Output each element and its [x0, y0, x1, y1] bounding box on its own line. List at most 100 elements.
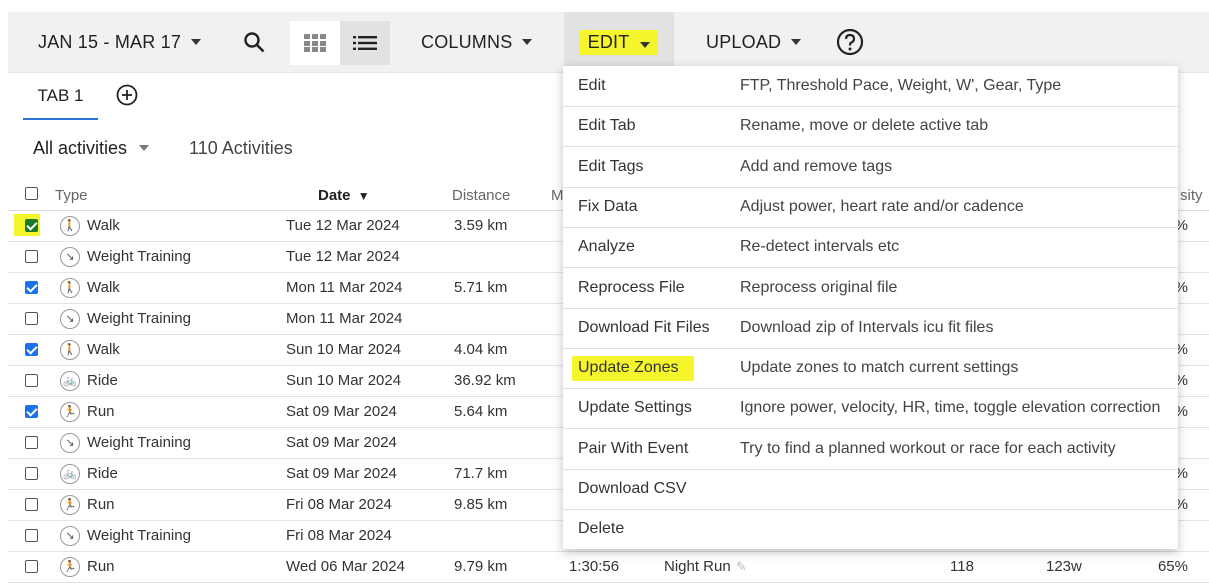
date-cell[interactable]: Fri 08 Mar 2024	[286, 520, 408, 551]
menu-item-description: Add and remove tags	[740, 157, 893, 175]
distance-cell: 3.59 km	[454, 217, 508, 234]
distance-cell: 9.79 km	[454, 558, 508, 575]
menu-item-description: Rename, move or delete active tab	[740, 117, 989, 135]
date-cell[interactable]: Sat 09 Mar 2024	[286, 458, 408, 489]
ride-icon: 🚲	[60, 370, 80, 391]
row-checkbox[interactable]	[25, 498, 38, 511]
menu-item-label: Edit	[578, 77, 606, 94]
menu-item-label: Fix Data	[578, 197, 638, 215]
row-checkbox[interactable]	[25, 312, 38, 325]
type-cell: ↘ Weight Training	[60, 427, 191, 458]
upload-label: UPLOAD	[706, 31, 782, 52]
run-icon: 🏃	[60, 401, 80, 422]
menu-item-delete[interactable]: Delete	[563, 509, 1178, 549]
type-label: Weight Training	[87, 310, 191, 327]
walk-icon: 🚶	[60, 277, 80, 298]
date-cell[interactable]: Mon 11 Mar 2024	[286, 272, 408, 303]
row-checkbox[interactable]	[25, 436, 38, 449]
row-checkbox[interactable]	[25, 281, 38, 294]
menu-item-update-zones[interactable]: Update Zones Update zones to match curre…	[563, 348, 1178, 390]
weight-training-icon: ↘	[60, 432, 80, 453]
row-checkbox[interactable]	[25, 374, 38, 387]
column-header-type[interactable]: Type	[55, 187, 88, 204]
toolbar: JAN 15 - MAR 17 COLUMNS EDIT UPLOAD	[8, 12, 1209, 73]
date-cell[interactable]: Sat 09 Mar 2024	[286, 427, 408, 458]
date-cell[interactable]: Sat 09 Mar 2024	[286, 396, 408, 427]
type-label: Run	[87, 403, 115, 420]
row-checkbox[interactable]	[25, 467, 38, 480]
row-checkbox[interactable]	[25, 343, 38, 356]
menu-item-description: Re-detect intervals etc	[740, 238, 900, 256]
activity-filter-dropdown[interactable]: All activities	[33, 138, 150, 159]
distance-cell: 5.71 km	[454, 279, 508, 296]
date-cell[interactable]: Tue 12 Mar 2024	[286, 241, 408, 272]
grid-view-button[interactable]	[290, 21, 340, 65]
help-button[interactable]	[836, 12, 864, 72]
menu-item-reprocess-file[interactable]: Reprocess File Reprocess original file	[563, 268, 1178, 309]
walk-icon: 🚶	[60, 215, 80, 236]
tab-bar: TAB 1	[8, 73, 568, 123]
menu-item-download-csv[interactable]: Download CSV	[563, 469, 1178, 510]
search-icon	[244, 32, 265, 53]
add-tab-icon[interactable]	[116, 84, 138, 106]
edit-menu: Edit FTP, Threshold Pace, Weight, W', Ge…	[563, 66, 1178, 549]
date-range-dropdown[interactable]: JAN 15 - MAR 17	[38, 12, 202, 72]
pencil-icon[interactable]: ✎	[736, 559, 747, 575]
menu-item-analyze[interactable]: Analyze Re-detect intervals etc	[563, 227, 1178, 269]
menu-item-edit-tab[interactable]: Edit Tab Rename, move or delete active t…	[563, 106, 1178, 148]
menu-item-label: Update Zones	[578, 359, 679, 377]
view-toggle	[290, 21, 390, 65]
upload-dropdown[interactable]: UPLOAD	[706, 12, 802, 72]
table-row[interactable]: 🏃 Run Wed 06 Mar 2024 9.79 km 65% 1:30:5…	[8, 551, 1209, 583]
tab-1[interactable]: TAB 1	[23, 73, 98, 120]
date-cell[interactable]: Sun 10 Mar 2024	[286, 365, 408, 396]
distance-cell: 9.85 km	[454, 496, 508, 513]
type-label: Run	[87, 496, 115, 513]
type-cell: 🚶 Walk	[60, 210, 120, 241]
name-cell[interactable]: Night Run ✎	[664, 551, 747, 582]
row-checkbox[interactable]	[25, 219, 38, 232]
column-header-distance[interactable]: Distance	[452, 187, 510, 204]
menu-item-label: Analyze	[578, 238, 635, 256]
date-cell[interactable]: Mon 11 Mar 2024	[286, 303, 408, 334]
row-checkbox[interactable]	[25, 405, 38, 418]
list-view-button[interactable]	[340, 21, 390, 65]
menu-item-download-fit-files[interactable]: Download Fit Files Download zip of Inter…	[563, 308, 1178, 349]
date-cell[interactable]: Wed 06 Mar 2024	[286, 551, 408, 582]
select-all-checkbox[interactable]	[25, 187, 38, 200]
menu-item-pair-with-event[interactable]: Pair With Event Try to find a planned wo…	[563, 429, 1178, 470]
menu-item-description: FTP, Threshold Pace, Weight, W', Gear, T…	[740, 77, 1062, 94]
menu-item-label: Pair With Event	[578, 439, 689, 457]
row-checkbox[interactable]	[25, 529, 38, 542]
row-checkbox[interactable]	[25, 560, 38, 573]
power-cell: 123w	[1046, 558, 1082, 575]
columns-dropdown[interactable]: COLUMNS	[421, 12, 533, 72]
date-cell[interactable]: Tue 12 Mar 2024	[286, 210, 408, 241]
menu-item-edit[interactable]: Edit FTP, Threshold Pace, Weight, W', Ge…	[563, 66, 1178, 107]
help-icon	[836, 28, 864, 56]
type-label: Ride	[87, 372, 118, 389]
type-cell: 🏃 Run	[60, 489, 115, 520]
menu-item-edit-tags[interactable]: Edit Tags Add and remove tags	[563, 147, 1178, 188]
column-header-intensity[interactable]: sity	[1180, 187, 1203, 204]
run-icon: 🏃	[60, 494, 80, 515]
distance-cell: 71.7 km	[454, 465, 508, 482]
chevron-down-icon	[640, 41, 651, 48]
row-checkbox[interactable]	[25, 250, 38, 263]
column-header-moving[interactable]: M	[551, 187, 564, 204]
menu-item-update-settings[interactable]: Update Settings Ignore power, velocity, …	[563, 388, 1178, 430]
edit-label: EDIT	[587, 31, 630, 52]
column-header-date[interactable]: Date ▼	[318, 187, 370, 204]
hr-cell: 118	[950, 558, 974, 575]
date-cell[interactable]: Fri 08 Mar 2024	[286, 489, 408, 520]
activity-name: Night Run	[664, 558, 731, 575]
menu-item-description: Adjust power, heart rate and/or cadence	[740, 197, 1024, 215]
menu-item-fix-data[interactable]: Fix Data Adjust power, heart rate and/or…	[563, 187, 1178, 228]
edit-dropdown[interactable]: EDIT	[564, 12, 674, 72]
date-cell[interactable]: Sun 10 Mar 2024	[286, 334, 408, 365]
weight-training-icon: ↘	[60, 246, 80, 267]
columns-label: COLUMNS	[421, 31, 513, 52]
edit-dropdown-highlighted: EDIT	[579, 29, 659, 55]
filter-row: All activities 110 Activities	[33, 134, 293, 162]
search-button[interactable]	[242, 12, 266, 72]
